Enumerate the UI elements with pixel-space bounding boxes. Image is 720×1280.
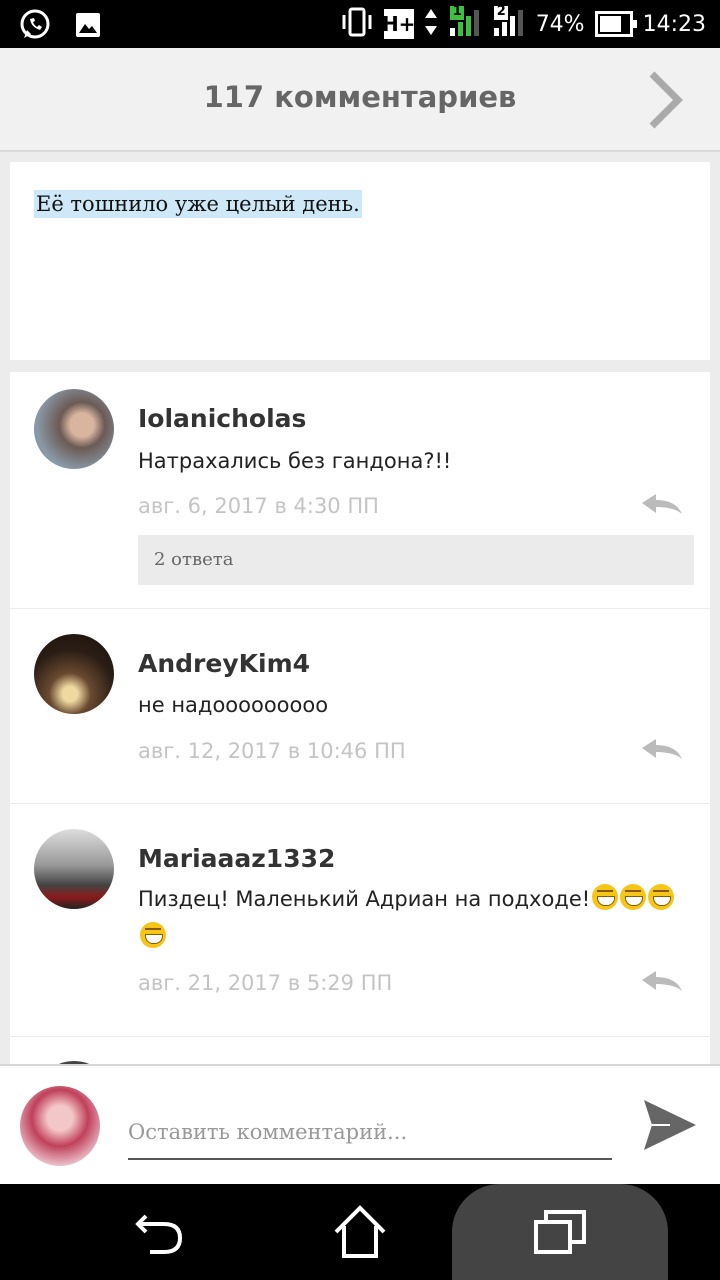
grinning-face-emoji [140,922,166,948]
sim1-label: 1 [452,3,462,19]
chevron-right-icon[interactable] [644,70,684,130]
back-icon[interactable] [130,1202,190,1262]
image-icon [74,11,102,44]
page-title: 117 комментариев [203,80,517,114]
status-bar: H+ 1 2 74% 14:23 [0,0,720,48]
compose-bar [0,1064,720,1184]
sim2-label: 2 [496,3,506,19]
comment-date: авг. 21, 2017 в 5:29 ПП [138,971,393,995]
comment-date: авг. 6, 2017 в 4:30 ПП [138,494,379,518]
comment-input[interactable] [128,1106,612,1160]
avatar[interactable] [34,829,114,909]
data-arrows-icon [424,7,438,42]
comment-text: Пиздец! Маленький Адриан на подходе! [138,887,591,911]
clock: 14:23 [642,11,706,37]
comment-item [10,1037,710,1064]
grinning-face-emoji [648,884,675,910]
comment-text-block: Пиздец! Маленький Адриан на подходе! [138,880,698,956]
signal-icon: 1 [448,3,482,43]
comments-list: Iolanicholas Натрахались без гандона?!! … [10,372,710,1064]
comment-item: AndreyKim4 не надооооооооо авг. 12, 2017… [10,609,710,804]
home-icon[interactable] [330,1202,390,1262]
comment-username[interactable]: Iolanicholas [138,404,306,433]
avatar[interactable] [34,389,114,469]
comments-header: 117 комментариев [0,48,720,152]
comment-text: не надооооооооо [138,693,329,717]
whatsapp-icon [18,8,52,47]
battery-icon [594,11,637,37]
signal-icon: 2 [492,3,526,43]
battery-percent: 74% [535,11,585,37]
grinning-face-emoji [592,884,619,910]
post-card: Её тошнило уже целый день. [10,162,710,360]
comment-item: Mariaaaz1332 Пиздец! Маленький Адриан на… [10,804,710,1037]
avatar[interactable] [34,634,114,714]
reply-icon[interactable] [640,492,684,518]
vibrate-icon [340,7,374,42]
replies-button[interactable]: 2 ответа [138,535,694,585]
send-icon[interactable] [640,1096,700,1154]
post-text: Её тошнило уже целый день. [34,190,362,218]
comment-username[interactable]: AndreyKim4 [138,649,310,678]
comment-date: авг. 12, 2017 в 10:46 ПП [138,739,406,763]
avatar [20,1086,100,1166]
reply-icon[interactable] [640,737,684,763]
recents-icon[interactable] [530,1202,590,1262]
comment-username[interactable]: Mariaaaz1332 [138,844,335,873]
comment-item: Iolanicholas Натрахались без гандона?!! … [10,372,710,609]
comment-text: Натрахались без гандона?!! [138,449,452,473]
grinning-face-emoji [620,884,647,910]
reply-icon[interactable] [640,969,684,995]
network-type-badge: H+ [382,9,415,39]
navigation-bar [0,1184,720,1280]
